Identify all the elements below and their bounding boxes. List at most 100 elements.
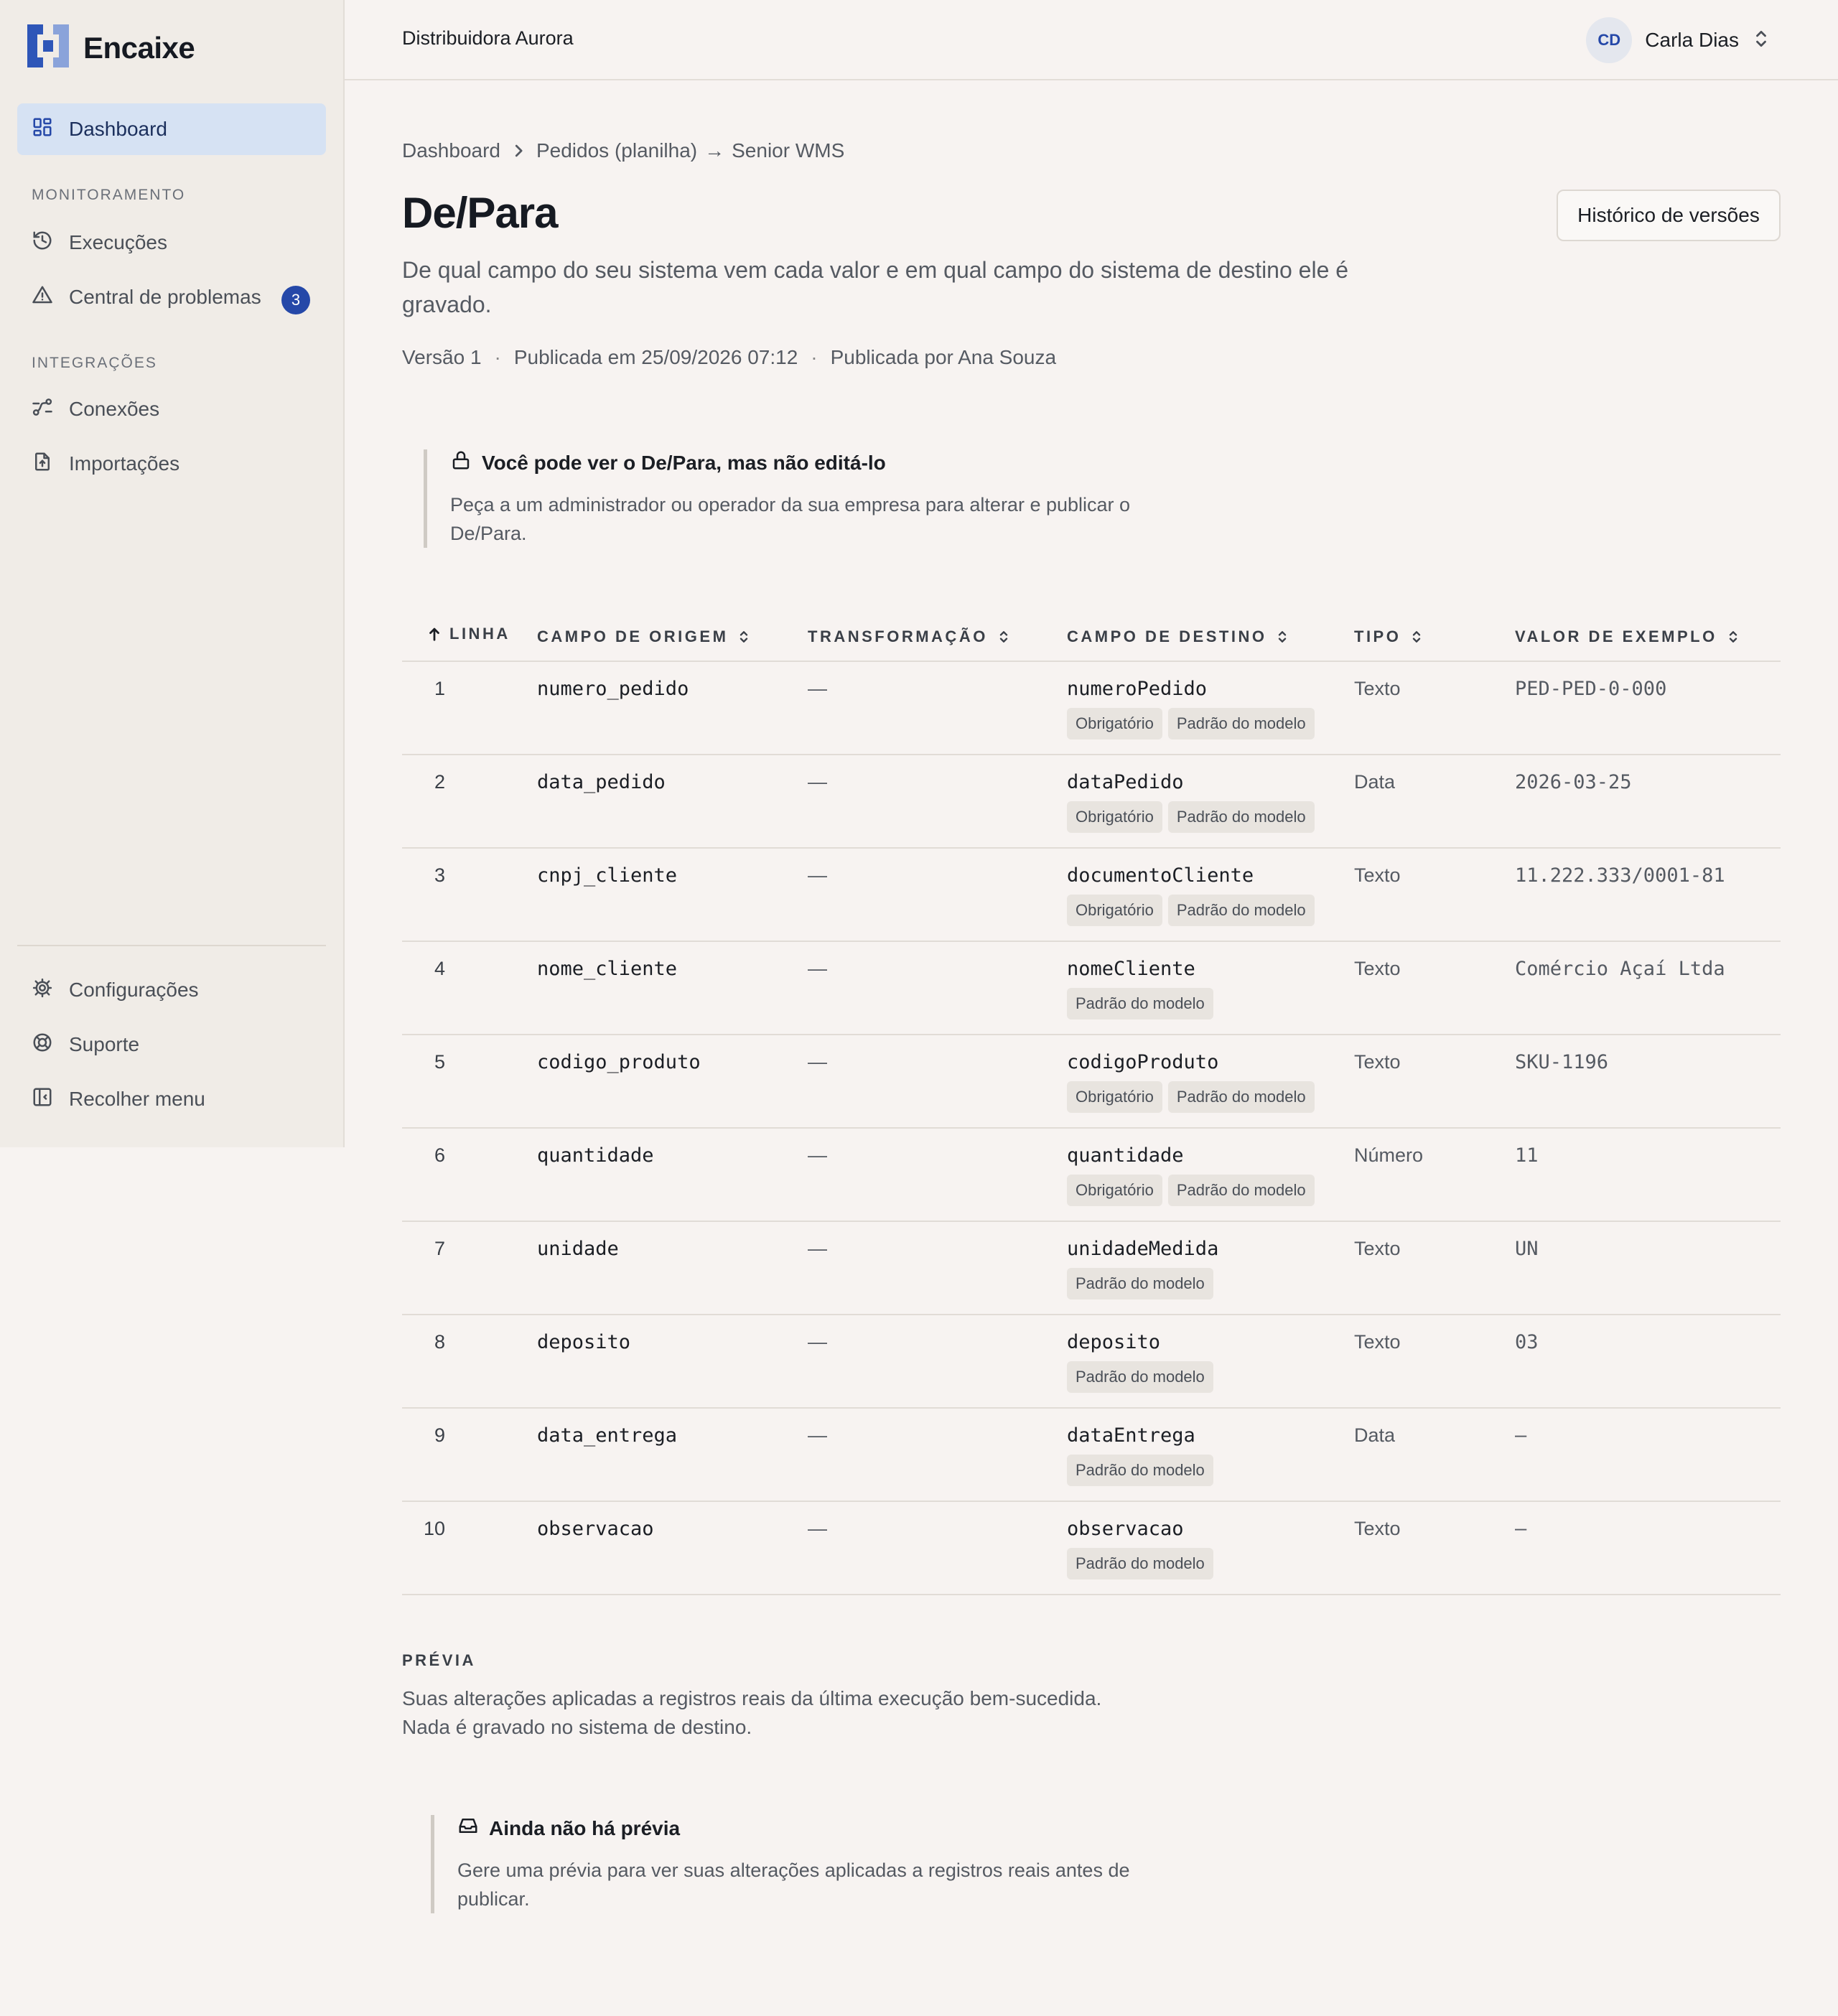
- example-value-cell: 2026-03-25: [1515, 771, 1632, 793]
- target-field-cell: observacao: [1067, 1518, 1184, 1540]
- example-value-cell: SKU-1196: [1515, 1051, 1609, 1073]
- transform-cell: —: [808, 1144, 827, 1166]
- table-row: 6 quantidade — quantidade Número 11 Obrigatóri…: [402, 1129, 1781, 1222]
- file-upload-icon: [32, 451, 53, 477]
- connections-icon: [32, 396, 53, 423]
- line-number-cell: 10: [423, 1518, 445, 1539]
- sidebar-section-monitoring: MONITORAMENTO: [32, 187, 186, 203]
- column-header-label: VALOR DE EXEMPLO: [1515, 627, 1717, 645]
- source-field-cell: data_entrega: [537, 1424, 678, 1447]
- lock-icon: [450, 449, 472, 476]
- transform-cell: —: [808, 771, 827, 793]
- empty-preview-body: Gere uma prévia para ver suas alterações…: [457, 1859, 1130, 1910]
- panel-collapse-icon: [32, 1086, 53, 1113]
- sort-icon: [999, 631, 1008, 643]
- table-row: 7 unidade — unidadeMedida Texto UN Padrão do m…: [402, 1222, 1781, 1315]
- mapping-table: LINHA CAMPO DE ORIGEM TRANSFORMAÇÃO CAMP…: [402, 615, 1781, 1595]
- topbar: Distribuidora Aurora CD Carla Dias: [345, 0, 1838, 80]
- source-field-cell: cnpj_cliente: [537, 864, 678, 887]
- sidebar-item-problems[interactable]: Central de problemas 3: [17, 271, 326, 323]
- notice-title: Você pode ver o De/Para, mas não editá-l…: [482, 451, 886, 474]
- notice-body: Peça a um administrador ou operador da s…: [450, 494, 1131, 544]
- target-field-cell: dataPedido: [1067, 771, 1184, 793]
- transform-cell: —: [808, 958, 827, 979]
- target-field-tags: Padrão do modelo: [1067, 988, 1219, 1019]
- column-header-type[interactable]: TIPO: [1354, 627, 1422, 646]
- table-row: 8 deposito — deposito Texto 03 Padrão do model…: [402, 1315, 1781, 1409]
- chevron-right-icon: [512, 143, 525, 159]
- breadcrumb-arrow: →: [704, 139, 725, 162]
- target-field-cell: unidadeMedida: [1067, 1238, 1219, 1260]
- line-number-cell: 4: [434, 958, 445, 979]
- target-field-tags: Obrigatório Padrão do modelo: [1067, 895, 1320, 926]
- meta-separator: ·: [811, 346, 818, 368]
- lifebuoy-icon: [32, 1032, 53, 1058]
- encaixe-logo-icon: [27, 24, 69, 71]
- version-label: Versão 1: [402, 346, 482, 368]
- field-tag: Padrão do modelo: [1067, 988, 1213, 1019]
- history-icon: [32, 230, 53, 256]
- transform-cell: —: [808, 864, 827, 886]
- target-field-tags: Obrigatório Padrão do modelo: [1067, 708, 1320, 739]
- column-header-line[interactable]: LINHA: [418, 625, 510, 643]
- line-number-cell: 8: [434, 1331, 445, 1353]
- table-row: 10 observacao — observacao Texto — Padrão do m…: [402, 1502, 1781, 1595]
- sidebar-item-imports[interactable]: Importações: [17, 438, 326, 490]
- example-value-cell: 11: [1515, 1144, 1539, 1167]
- column-header-label: LINHA: [449, 625, 510, 643]
- empty-preview-notice: Ainda não há prévia Gere uma prévia para…: [431, 1815, 1190, 1913]
- sidebar-item-dashboard[interactable]: Dashboard: [17, 103, 326, 155]
- table-row: 3 cnpj_cliente — documentoCliente Texto 11.22…: [402, 849, 1781, 942]
- breadcrumb-source[interactable]: Pedidos (planilha): [536, 139, 697, 162]
- column-header-transform[interactable]: TRANSFORMAÇÃO: [808, 627, 1009, 646]
- sidebar-item-settings[interactable]: Configurações: [17, 964, 326, 1016]
- column-header-target[interactable]: CAMPO DE DESTINO: [1067, 627, 1288, 646]
- sort-icon: [1413, 631, 1421, 643]
- table-row: 2 data_pedido — dataPedido Data 2026-03-25 Obr…: [402, 755, 1781, 849]
- target-field-tags: Obrigatório Padrão do modelo: [1067, 801, 1320, 833]
- source-field-cell: data_pedido: [537, 771, 666, 793]
- sidebar-collapse-button[interactable]: Recolher menu: [17, 1073, 326, 1125]
- field-tag: Padrão do modelo: [1067, 1268, 1213, 1299]
- target-field-tags: Padrão do modelo: [1067, 1268, 1219, 1299]
- preview-description-line: Suas alterações aplicadas a registros re…: [402, 1687, 1102, 1709]
- source-field-cell: deposito: [537, 1331, 631, 1353]
- preview-description: Suas alterações aplicadas a registros re…: [402, 1684, 1101, 1742]
- type-cell: Texto: [1354, 958, 1401, 979]
- sort-icon: [1729, 631, 1737, 643]
- problems-count-badge: 3: [281, 286, 310, 314]
- field-tag: Padrão do modelo: [1067, 1548, 1213, 1579]
- sidebar-item-label: Central de problemas: [69, 286, 261, 308]
- type-cell: Texto: [1354, 1051, 1401, 1073]
- sidebar-item-support[interactable]: Suporte: [17, 1019, 326, 1070]
- target-field-tags: Padrão do modelo: [1067, 1361, 1219, 1393]
- page-title: De/Para: [402, 189, 558, 237]
- column-header-example[interactable]: VALOR DE EXEMPLO: [1515, 627, 1739, 646]
- preview-section-label: PRÉVIA: [402, 1651, 476, 1669]
- example-value-cell: Comércio Açaí Ltda: [1515, 958, 1725, 980]
- breadcrumb-dashboard-link[interactable]: Dashboard: [402, 139, 500, 162]
- sort-icon: [1279, 631, 1287, 643]
- field-tag: Padrão do modelo: [1167, 895, 1315, 926]
- type-cell: Texto: [1354, 864, 1401, 886]
- version-history-button[interactable]: Histórico de versões: [1557, 190, 1781, 241]
- sidebar-item-connections[interactable]: Conexões: [17, 383, 326, 435]
- sidebar-item-executions[interactable]: Execuções: [17, 217, 326, 269]
- user-menu[interactable]: CD Carla Dias: [1586, 17, 1769, 63]
- target-field-cell: numeroPedido: [1067, 678, 1208, 700]
- source-field-cell: observacao: [537, 1518, 654, 1540]
- target-field-cell: dataEntrega: [1067, 1424, 1195, 1447]
- field-tag: Padrão do modelo: [1067, 1361, 1213, 1393]
- line-number-cell: 7: [434, 1238, 445, 1259]
- line-number-cell: 5: [434, 1051, 445, 1073]
- warning-icon: [32, 284, 53, 311]
- column-header-source[interactable]: CAMPO DE ORIGEM: [537, 627, 750, 646]
- source-field-cell: numero_pedido: [537, 678, 689, 700]
- brand[interactable]: Encaixe: [27, 24, 195, 71]
- column-header-label: CAMPO DE DESTINO: [1067, 627, 1267, 645]
- example-value-cell: —: [1515, 1518, 1527, 1540]
- source-field-cell: nome_cliente: [537, 958, 678, 980]
- readonly-notice: Você pode ver o De/Para, mas não editá-l…: [424, 449, 1182, 548]
- sort-icon: [740, 631, 748, 643]
- table-row: 1 numero_pedido — numeroPedido Texto PED-PED-…: [402, 662, 1781, 755]
